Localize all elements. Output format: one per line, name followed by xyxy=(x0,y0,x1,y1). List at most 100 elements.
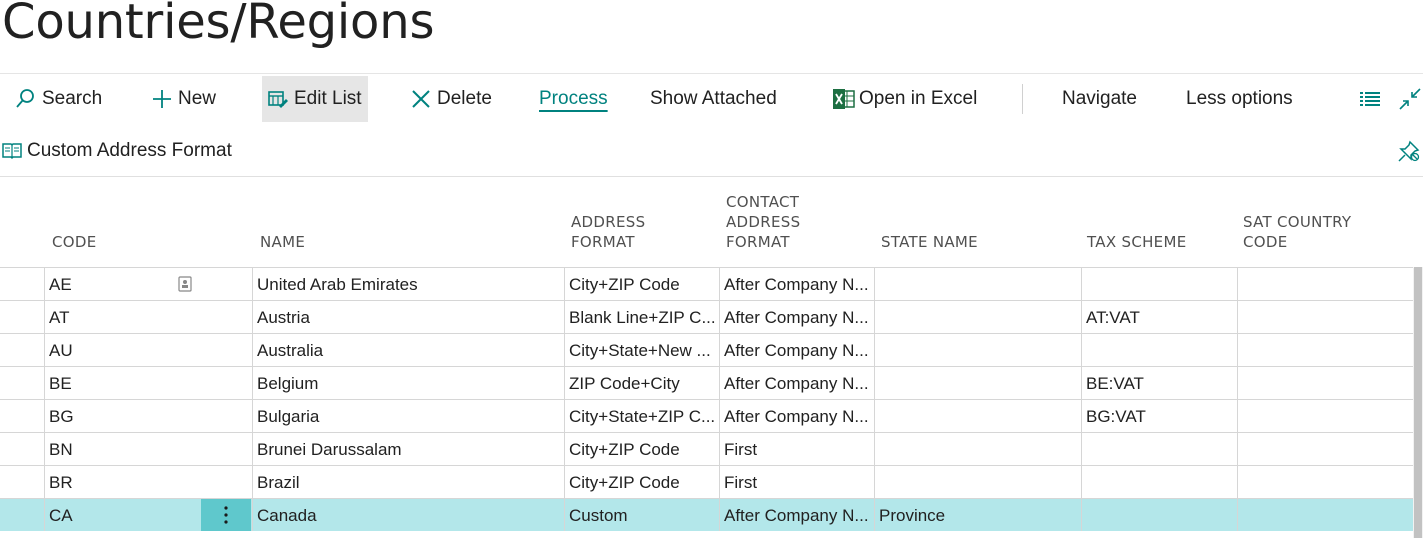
cell-sat-country-code[interactable] xyxy=(1237,367,1413,399)
cell-contact-address-format[interactable]: First xyxy=(719,433,874,465)
cell-tax-scheme[interactable] xyxy=(1081,268,1237,300)
column-header-tax-scheme[interactable]: TAX SCHEME xyxy=(1087,232,1186,252)
table-row[interactable]: BN Brunei Darussalam City+ZIP Code First xyxy=(0,432,1413,465)
cell-contact-address-format[interactable]: After Company N... xyxy=(719,301,874,333)
cell-state-name[interactable] xyxy=(874,400,1081,432)
row-actions-handle[interactable] xyxy=(201,499,251,531)
cell-tax-scheme[interactable] xyxy=(1081,499,1237,531)
cell-name[interactable]: Bulgaria xyxy=(252,400,565,432)
table-row[interactable]: CA Canada Custom After Company N... Province xyxy=(0,498,1413,531)
search-button[interactable]: Search xyxy=(14,76,102,122)
delete-button[interactable]: Delete xyxy=(411,76,492,122)
cell-name[interactable]: Belgium xyxy=(252,367,565,399)
cell-address-format[interactable]: City+State+New ... xyxy=(564,334,719,366)
cell-sat-country-code[interactable] xyxy=(1237,499,1413,531)
cell-tax-scheme[interactable] xyxy=(1081,433,1237,465)
edit-list-icon xyxy=(268,89,288,109)
contact-card-icon[interactable] xyxy=(178,276,194,292)
cell-state-name[interactable]: Province xyxy=(874,499,1081,531)
cell-tax-scheme[interactable]: AT:VAT xyxy=(1081,301,1237,333)
new-button[interactable]: New xyxy=(152,76,216,122)
column-header-name[interactable]: NAME xyxy=(260,232,305,252)
cell-code[interactable]: AT xyxy=(44,301,201,333)
table-row[interactable]: BR Brazil City+ZIP Code First xyxy=(0,465,1413,498)
cell-name[interactable]: Canada xyxy=(252,499,565,531)
cell-code[interactable]: BE xyxy=(44,367,201,399)
cell-contact-address-format[interactable]: After Company N... xyxy=(719,400,874,432)
cell-contact-address-format[interactable]: First xyxy=(719,466,874,498)
cell-state-name[interactable] xyxy=(874,433,1081,465)
cell-state-name[interactable] xyxy=(874,334,1081,366)
row-actions-handle[interactable] xyxy=(201,433,251,465)
column-header-contact-address-format[interactable]: CONTACT ADDRESS FORMAT xyxy=(726,192,800,252)
cell-state-name[interactable] xyxy=(874,466,1081,498)
table-row[interactable]: AT Austria Blank Line+ZIP C... After Compan… xyxy=(0,300,1413,333)
cell-sat-country-code[interactable] xyxy=(1237,301,1413,333)
column-header-state-name[interactable]: STATE NAME xyxy=(881,232,978,252)
secondary-action-bar: Custom Address Format xyxy=(0,128,1423,177)
show-attached-button[interactable]: Show Attached xyxy=(650,76,777,122)
navigate-menu[interactable]: Navigate xyxy=(1062,76,1137,122)
cell-address-format[interactable]: Blank Line+ZIP C... xyxy=(564,301,719,333)
cell-address-format[interactable]: Custom xyxy=(564,499,719,531)
cell-name[interactable]: Austria xyxy=(252,301,565,333)
cell-name[interactable]: Brazil xyxy=(252,466,565,498)
cell-sat-country-code[interactable] xyxy=(1237,466,1413,498)
cell-sat-country-code[interactable] xyxy=(1237,334,1413,366)
cell-tax-scheme[interactable] xyxy=(1081,334,1237,366)
cell-code[interactable]: BR xyxy=(44,466,201,498)
cell-tax-scheme[interactable]: BG:VAT xyxy=(1081,400,1237,432)
cell-address-format[interactable]: City+ZIP Code xyxy=(564,268,719,300)
list-view-button[interactable] xyxy=(1360,76,1386,122)
row-actions-handle[interactable] xyxy=(201,334,251,366)
column-header-code[interactable]: CODE xyxy=(52,232,97,252)
cell-address-format[interactable]: ZIP Code+City xyxy=(564,367,719,399)
row-actions-handle[interactable] xyxy=(201,268,251,300)
row-actions-handle[interactable] xyxy=(201,367,251,399)
cell-name[interactable]: Australia xyxy=(252,334,565,366)
cell-code[interactable]: BN xyxy=(44,433,201,465)
scrollbar-thumb[interactable] xyxy=(1414,267,1422,538)
cell-contact-address-format[interactable]: After Company N... xyxy=(719,334,874,366)
row-actions-handle[interactable] xyxy=(201,466,251,498)
cell-contact-address-format[interactable]: After Company N... xyxy=(719,268,874,300)
cell-name[interactable]: United Arab Emirates xyxy=(252,268,565,300)
cell-sat-country-code[interactable] xyxy=(1237,433,1413,465)
cell-sat-country-code[interactable] xyxy=(1237,400,1413,432)
custom-address-format-button[interactable]: Custom Address Format xyxy=(2,128,232,174)
collapse-button[interactable] xyxy=(1399,76,1423,122)
cell-contact-address-format[interactable]: After Company N... xyxy=(719,367,874,399)
list-icon xyxy=(1360,91,1380,107)
open-in-excel-button[interactable]: Open in Excel xyxy=(833,76,977,122)
cell-state-name[interactable] xyxy=(874,268,1081,300)
cell-sat-country-code[interactable] xyxy=(1237,268,1413,300)
cell-state-name[interactable] xyxy=(874,367,1081,399)
vertical-scrollbar[interactable] xyxy=(1413,267,1423,538)
cell-contact-address-format[interactable]: After Company N... xyxy=(719,499,874,531)
process-menu[interactable]: Process xyxy=(539,76,608,122)
cell-address-format[interactable]: City+ZIP Code xyxy=(564,466,719,498)
column-header-sat-country-code[interactable]: SAT COUNTRY CODE xyxy=(1243,212,1351,252)
row-actions-handle[interactable] xyxy=(201,400,251,432)
cell-address-format[interactable]: City+State+ZIP C... xyxy=(564,400,719,432)
table-row[interactable]: AE United Arab Emirates City+ZIP Code After… xyxy=(0,267,1413,300)
cell-address-format[interactable]: City+ZIP Code xyxy=(564,433,719,465)
more-vertical-icon xyxy=(224,506,228,524)
delete-icon xyxy=(411,89,431,109)
row-actions-handle[interactable] xyxy=(201,301,251,333)
pin-button[interactable] xyxy=(1398,128,1423,174)
cell-code[interactable]: AU xyxy=(44,334,201,366)
table-row[interactable]: AU Australia City+State+New ... After Compa… xyxy=(0,333,1413,366)
table-row[interactable]: BG Bulgaria City+State+ZIP C... After Compa… xyxy=(0,399,1413,432)
cell-code[interactable]: BG xyxy=(44,400,201,432)
cell-name[interactable]: Brunei Darussalam xyxy=(252,433,565,465)
edit-list-button[interactable]: Edit List xyxy=(262,76,368,122)
less-options-button[interactable]: Less options xyxy=(1186,76,1293,122)
cell-tax-scheme[interactable] xyxy=(1081,466,1237,498)
table-row[interactable]: BE Belgium ZIP Code+City After Company N...… xyxy=(0,366,1413,399)
toolbar-divider xyxy=(1022,84,1023,114)
cell-code[interactable]: CA xyxy=(44,499,201,531)
cell-state-name[interactable] xyxy=(874,301,1081,333)
cell-tax-scheme[interactable]: BE:VAT xyxy=(1081,367,1237,399)
column-header-address-format[interactable]: ADDRESS FORMAT xyxy=(571,212,645,252)
